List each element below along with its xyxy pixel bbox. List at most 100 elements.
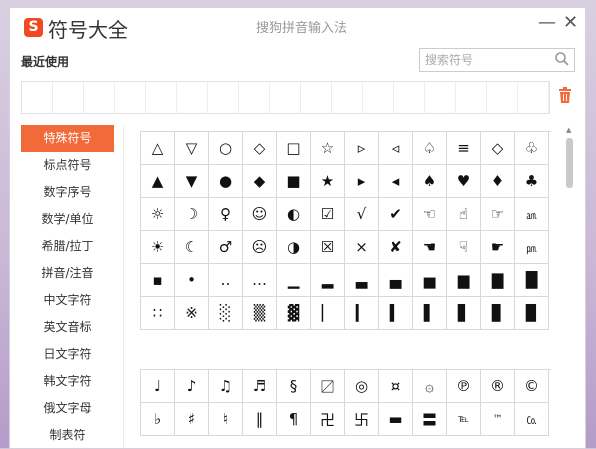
symbol-cell[interactable]: ☀	[141, 231, 175, 264]
symbol-cell[interactable]: √	[345, 198, 379, 231]
sidebar-item[interactable]: 日文字符	[21, 341, 114, 368]
minimize-button[interactable]: —	[538, 12, 556, 34]
symbol-cell[interactable]: ▏	[311, 297, 345, 330]
symbol-cell[interactable]: ░	[209, 297, 243, 330]
symbol-cell[interactable]: ㏂	[515, 198, 549, 231]
symbol-cell[interactable]: ▓	[277, 297, 311, 330]
symbol-cell[interactable]: ◐	[277, 198, 311, 231]
symbol-cell[interactable]: ☹	[243, 231, 277, 264]
search-input[interactable]	[425, 51, 550, 68]
symbol-cell[interactable]: ♧	[515, 132, 549, 165]
symbol-cell[interactable]: ☞	[481, 198, 515, 231]
symbol-cell[interactable]: ▂	[311, 264, 345, 297]
recent-slot[interactable]	[22, 82, 53, 113]
symbol-cell[interactable]: ▹	[345, 132, 379, 165]
symbol-cell[interactable]: ◑	[277, 231, 311, 264]
symbol-cell[interactable]: ♮	[209, 403, 243, 436]
recent-slot[interactable]	[456, 82, 487, 113]
symbol-cell[interactable]: ▁	[277, 264, 311, 297]
symbol-cell[interactable]: ☾	[175, 231, 209, 264]
symbol-cell[interactable]: ♀	[209, 198, 243, 231]
symbol-cell[interactable]: ¤	[379, 370, 413, 403]
sidebar-item[interactable]: 标点符号	[21, 152, 114, 179]
recent-slot[interactable]	[177, 82, 208, 113]
sidebar-item[interactable]: 拼音/注音	[21, 260, 114, 287]
symbol-cell[interactable]: ☽	[175, 198, 209, 231]
symbol-cell[interactable]: ▊	[481, 297, 515, 330]
symbol-cell[interactable]: ▲	[141, 165, 175, 198]
symbol-cell[interactable]: ×	[345, 231, 379, 264]
symbol-cell[interactable]: ♫	[209, 370, 243, 403]
symbol-cell[interactable]: …	[243, 264, 277, 297]
recent-slot[interactable]	[146, 82, 177, 113]
symbol-cell[interactable]: ☜	[413, 198, 447, 231]
trash-icon[interactable]	[558, 87, 572, 103]
symbol-cell[interactable]: █	[515, 264, 549, 297]
symbol-cell[interactable]: ☆	[311, 132, 345, 165]
recent-slot[interactable]	[53, 82, 84, 113]
symbol-cell[interactable]: ♬	[243, 370, 277, 403]
symbol-cell[interactable]: ◎	[345, 370, 379, 403]
vertical-scrollbar[interactable]: ▲	[564, 126, 575, 448]
symbol-cell[interactable]: ♠	[413, 165, 447, 198]
symbol-cell[interactable]: ■	[277, 165, 311, 198]
symbol-cell[interactable]: ▒	[243, 297, 277, 330]
symbol-cell[interactable]: ㏇	[515, 403, 549, 436]
recent-slot[interactable]	[301, 82, 332, 113]
recent-slot[interactable]	[363, 82, 394, 113]
symbol-cell[interactable]: ۞	[413, 370, 447, 403]
symbol-cell[interactable]: ♩	[141, 370, 175, 403]
symbol-cell[interactable]: ¶	[277, 403, 311, 436]
symbol-cell[interactable]: ▎	[345, 297, 379, 330]
symbol-cell[interactable]: ㏘	[515, 231, 549, 264]
recent-slot[interactable]	[332, 82, 363, 113]
symbol-cell[interactable]: ‖	[243, 403, 277, 436]
close-button[interactable]: ✕	[563, 12, 578, 34]
symbol-cell[interactable]: ◂	[379, 165, 413, 198]
search-icon[interactable]	[554, 51, 570, 67]
symbol-cell[interactable]: ※	[175, 297, 209, 330]
recent-slot[interactable]	[394, 82, 425, 113]
symbol-cell[interactable]: ▍	[379, 297, 413, 330]
sidebar-item[interactable]: 英文音标	[21, 314, 114, 341]
title-bar[interactable]: S 符号大全 搜狗拼音输入法 — ✕	[10, 8, 585, 48]
symbol-cell[interactable]: ♂	[209, 231, 243, 264]
symbol-cell[interactable]: ▸	[345, 165, 379, 198]
symbol-cell[interactable]: ▄	[379, 264, 413, 297]
symbol-cell[interactable]: ✘	[379, 231, 413, 264]
sidebar-item[interactable]: 希腊/拉丁	[21, 233, 114, 260]
recent-slot[interactable]	[425, 82, 456, 113]
symbol-cell[interactable]: ™	[481, 403, 515, 436]
symbol-cell[interactable]: ☒	[311, 231, 345, 264]
symbol-cell[interactable]: ♪	[175, 370, 209, 403]
sidebar-item[interactable]: 俄文字母	[21, 395, 114, 422]
scroll-up-arrow-icon[interactable]: ▲	[566, 126, 571, 134]
symbol-cell[interactable]: ▪	[141, 264, 175, 297]
recent-slot[interactable]	[487, 82, 518, 113]
symbol-cell[interactable]: ☼	[141, 198, 175, 231]
recent-slot[interactable]	[208, 82, 239, 113]
symbol-cell[interactable]: ▆	[447, 264, 481, 297]
symbol-cell[interactable]: ☺	[243, 198, 277, 231]
symbol-cell[interactable]: 卍	[311, 403, 345, 436]
symbol-cell[interactable]: ☝	[447, 198, 481, 231]
symbol-cell[interactable]: △	[141, 132, 175, 165]
symbol-cell[interactable]: 〼	[311, 370, 345, 403]
sidebar-item[interactable]: 制表符	[21, 422, 114, 449]
symbol-cell[interactable]: ©	[515, 370, 549, 403]
sidebar-item[interactable]: 中文字符	[21, 287, 114, 314]
symbol-cell[interactable]: □	[277, 132, 311, 165]
symbol-cell[interactable]: ▇	[481, 264, 515, 297]
symbol-cell[interactable]: ★	[311, 165, 345, 198]
symbol-cell[interactable]: ∷	[141, 297, 175, 330]
recent-slot[interactable]	[84, 82, 115, 113]
symbol-cell[interactable]: ®	[481, 370, 515, 403]
symbol-cell[interactable]: ♤	[413, 132, 447, 165]
symbol-cell[interactable]: ▼	[175, 165, 209, 198]
symbol-cell[interactable]: ◆	[243, 165, 277, 198]
symbol-cell[interactable]: ◇	[243, 132, 277, 165]
sidebar-item[interactable]: 特殊符号	[21, 125, 114, 152]
symbol-cell[interactable]: ☑	[311, 198, 345, 231]
symbol-cell[interactable]: ☚	[413, 231, 447, 264]
recent-slot[interactable]	[518, 82, 549, 113]
